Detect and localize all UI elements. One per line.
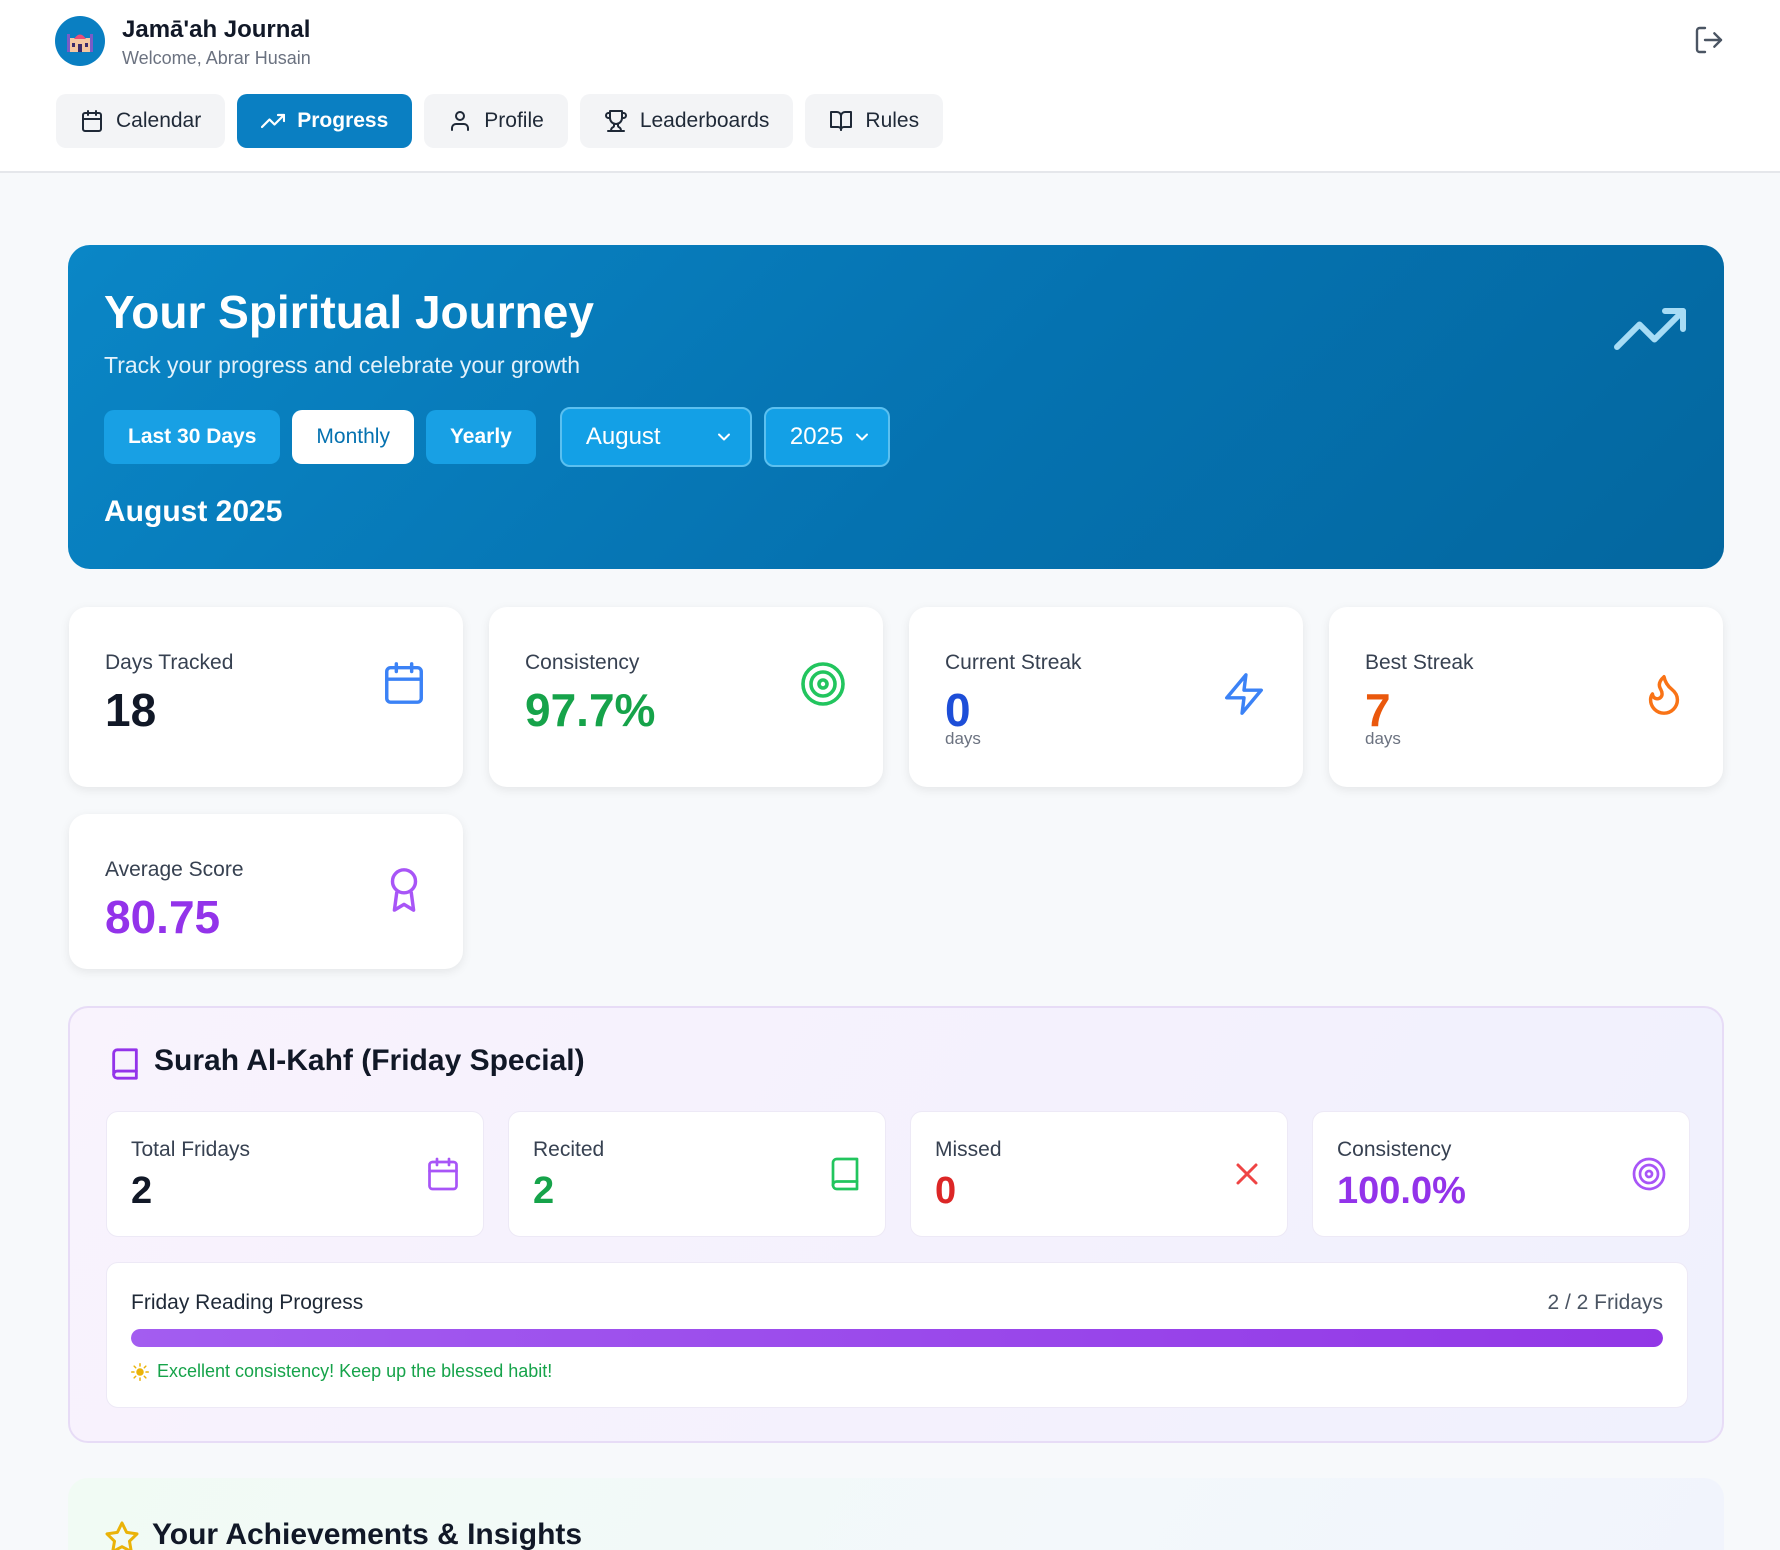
year-select[interactable]: 2025 bbox=[763, 407, 890, 467]
stat-label: Missed bbox=[935, 1138, 1002, 1161]
period-controls: Last 30 Days Monthly Yearly August 2025 bbox=[104, 407, 890, 467]
trending-up-icon bbox=[1614, 307, 1686, 351]
progress-bar-fill bbox=[131, 1329, 1663, 1347]
tab-label: Rules bbox=[865, 109, 920, 132]
stat-label: Consistency bbox=[1337, 1138, 1452, 1161]
stat-label: Days Tracked bbox=[105, 651, 234, 674]
stat-unit: days bbox=[945, 729, 981, 748]
page-title: Your Spiritual Journey bbox=[104, 286, 594, 338]
stat-label: Recited bbox=[533, 1138, 605, 1161]
selected-period-label: August 2025 bbox=[104, 495, 283, 528]
kahf-stat-recited: Recited 2 bbox=[508, 1111, 886, 1237]
tab-label: Progress bbox=[297, 109, 389, 132]
month-select-value: August bbox=[585, 423, 661, 450]
zap-icon bbox=[1221, 671, 1267, 717]
trending-up-icon bbox=[261, 109, 286, 133]
kahf-stat-total-fridays: Total Fridays 2 bbox=[106, 1111, 484, 1237]
period-yearly-button[interactable]: Yearly bbox=[425, 410, 536, 464]
section-title: Your Achievements & Insights bbox=[152, 1518, 583, 1550]
tab-label: Calendar bbox=[116, 109, 202, 132]
stat-value: 2 bbox=[533, 1170, 555, 1212]
mosque-logo-icon bbox=[55, 16, 105, 66]
progress-count: 2 / 2 Fridays bbox=[1547, 1291, 1663, 1314]
stat-value: 100.0% bbox=[1337, 1170, 1466, 1212]
year-select-value: 2025 bbox=[789, 423, 844, 450]
tab-progress[interactable]: Progress bbox=[237, 94, 413, 148]
period-monthly-button[interactable]: Monthly bbox=[292, 410, 414, 464]
page-subtitle: Track your progress and celebrate your g… bbox=[104, 352, 580, 378]
friday-reading-progress: Friday Reading Progress 2 / 2 Fridays Ex… bbox=[106, 1262, 1688, 1408]
tab-rules[interactable]: Rules bbox=[805, 94, 944, 148]
tab-calendar[interactable]: Calendar bbox=[56, 94, 226, 148]
chevron-down-icon bbox=[714, 427, 734, 447]
progress-message-text: Excellent consistency! Keep up the bless… bbox=[157, 1361, 553, 1381]
stat-card-best-streak: Best Streak 7 days bbox=[1329, 607, 1723, 787]
progress-bar bbox=[131, 1329, 1663, 1347]
stat-value: 2 bbox=[131, 1170, 153, 1212]
stat-card-current-streak: Current Streak 0 days bbox=[909, 607, 1303, 787]
target-icon bbox=[799, 660, 847, 708]
welcome-text: Welcome, Abrar Husain bbox=[122, 48, 311, 68]
calendar-icon bbox=[381, 660, 427, 706]
app-header: Jamā'ah Journal Welcome, Abrar Husain Ca… bbox=[0, 0, 1780, 173]
app-title: Jamā'ah Journal bbox=[122, 16, 311, 43]
stat-card-days-tracked: Days Tracked 18 bbox=[69, 607, 463, 787]
achievements-section: Your Achievements & Insights bbox=[68, 1478, 1724, 1550]
flame-icon bbox=[1641, 671, 1687, 717]
calendar-icon bbox=[80, 109, 104, 133]
kahf-stat-missed: Missed 0 bbox=[910, 1111, 1288, 1237]
stat-value: 0 bbox=[935, 1170, 957, 1212]
stat-value: 80.75 bbox=[105, 891, 221, 943]
logout-icon[interactable] bbox=[1693, 24, 1725, 56]
journey-banner: Your Spiritual Journey Track your progre… bbox=[68, 245, 1724, 569]
chevron-down-icon bbox=[852, 427, 872, 447]
close-icon bbox=[1229, 1156, 1265, 1192]
book-open-icon bbox=[829, 109, 853, 133]
main-nav: Calendar Progress Profile Leaderboards R… bbox=[56, 94, 944, 148]
book-icon bbox=[827, 1156, 863, 1192]
stat-value: 97.7% bbox=[525, 684, 656, 736]
target-icon bbox=[1631, 1156, 1667, 1192]
book-icon bbox=[108, 1046, 142, 1082]
stat-card-average-score: Average Score 80.75 bbox=[69, 814, 463, 969]
star-icon bbox=[104, 1520, 140, 1550]
section-title: Surah Al-Kahf (Friday Special) bbox=[154, 1044, 585, 1077]
progress-label: Friday Reading Progress bbox=[131, 1291, 364, 1314]
trophy-icon bbox=[604, 109, 628, 133]
award-icon bbox=[381, 866, 427, 912]
tab-leaderboards[interactable]: Leaderboards bbox=[579, 94, 794, 148]
tab-label: Leaderboards bbox=[639, 109, 770, 132]
sparkle-icon bbox=[131, 1362, 149, 1381]
period-last-30-days-button[interactable]: Last 30 Days bbox=[104, 410, 281, 464]
stat-label: Total Fridays bbox=[131, 1138, 251, 1161]
user-icon bbox=[448, 109, 472, 133]
calendar-icon bbox=[425, 1156, 461, 1192]
tab-profile[interactable]: Profile bbox=[424, 94, 568, 148]
stat-label: Average Score bbox=[105, 858, 244, 881]
tab-label: Profile bbox=[484, 109, 544, 132]
stat-label: Current Streak bbox=[945, 651, 1082, 674]
stat-unit: days bbox=[1365, 729, 1401, 748]
stat-label: Consistency bbox=[525, 651, 640, 674]
stat-value: 18 bbox=[105, 684, 157, 736]
stat-card-consistency: Consistency 97.7% bbox=[489, 607, 883, 787]
stat-label: Best Streak bbox=[1365, 651, 1474, 674]
surah-al-kahf-section: Surah Al-Kahf (Friday Special) Total Fri… bbox=[68, 1006, 1724, 1443]
progress-message: Excellent consistency! Keep up the bless… bbox=[131, 1361, 552, 1382]
kahf-stat-consistency: Consistency 100.0% bbox=[1312, 1111, 1690, 1237]
month-select[interactable]: August bbox=[559, 407, 752, 467]
